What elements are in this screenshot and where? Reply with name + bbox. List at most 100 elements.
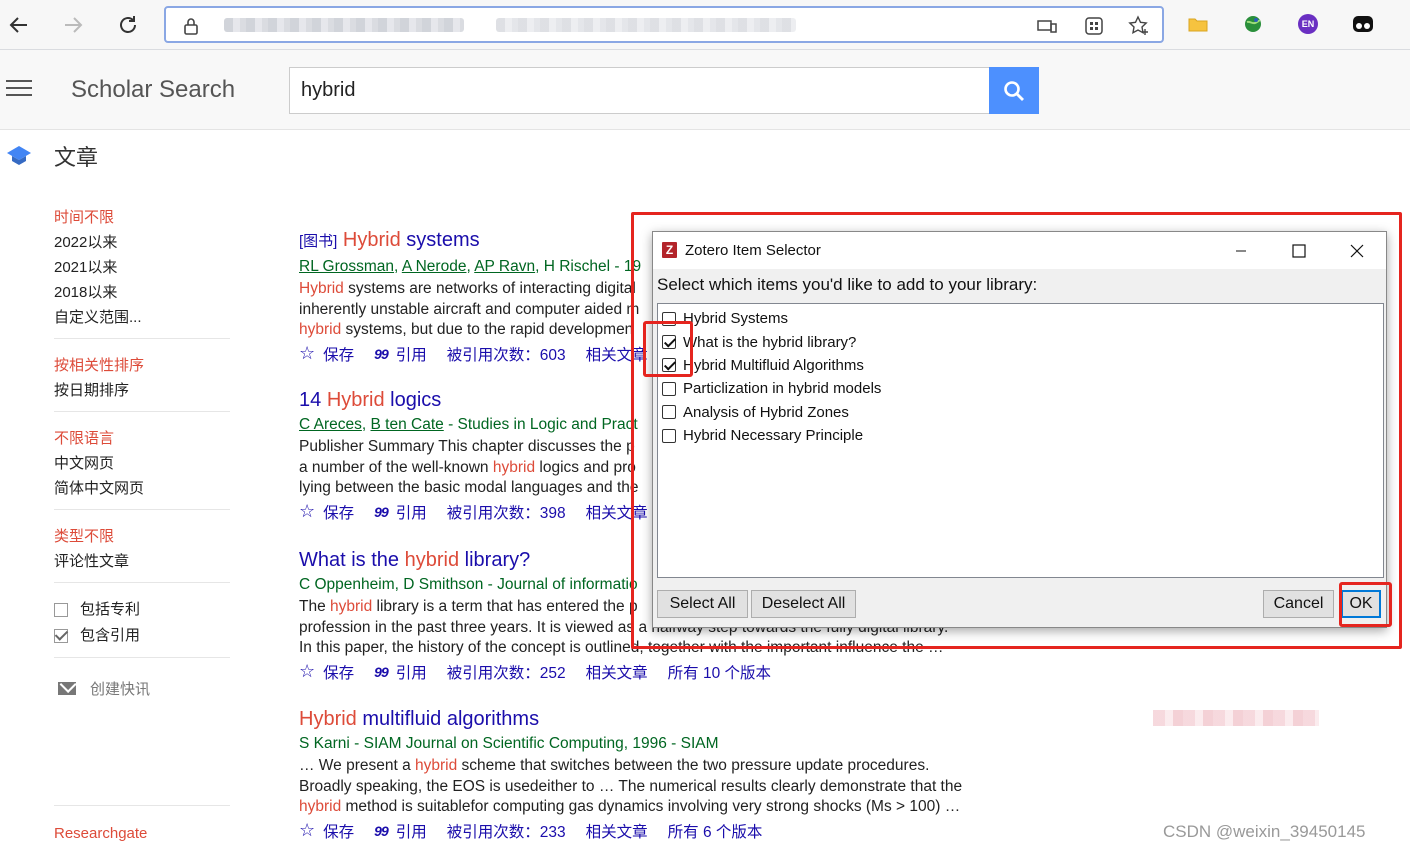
quote-icon: 99 [374, 345, 389, 362]
star-icon: ☆ [299, 501, 316, 521]
snippet-text: lying between the basic modal languages … [299, 479, 639, 496]
author-link[interactable]: RL Grossman [299, 258, 394, 275]
star-icon: ☆ [299, 661, 316, 681]
cite-link[interactable]: 99 引用 [374, 501, 427, 523]
include-citations[interactable]: 包含引用 [54, 623, 230, 649]
snippet-text: … We present a [299, 757, 416, 774]
lang-chinese-pages[interactable]: 中文网页 [54, 451, 230, 476]
save-link[interactable]: ☆ 保存 [299, 820, 354, 842]
author-link[interactable]: AP Ravn [474, 258, 535, 275]
author-link[interactable]: B ten Cate [371, 416, 444, 433]
hamburger-menu-icon[interactable] [6, 80, 32, 98]
language-group: 不限语言 中文网页 简体中文网页 [54, 422, 230, 510]
apps-icon[interactable] [1083, 15, 1105, 37]
filter-any-time[interactable]: 时间不限 [54, 205, 230, 230]
related-articles-link[interactable]: 相关文章 [586, 661, 648, 683]
back-arrow-icon[interactable] [4, 10, 34, 40]
cite-link[interactable]: 99 引用 [374, 820, 427, 842]
result-item: Hybrid multifluid algorithms S Karni - S… [299, 707, 999, 842]
include-group: 包括专利 包含引用 [54, 593, 230, 658]
snippet-text: a number of the well-known [299, 458, 493, 476]
snippet-text: Broadly speaking, the EOS is usedeither … [299, 777, 963, 795]
annotation-ok-highlight [1339, 582, 1392, 627]
related-articles-link[interactable]: 相关文章 [586, 820, 648, 842]
address-bar[interactable] [164, 6, 1164, 43]
type-any[interactable]: 类型不限 [54, 524, 230, 549]
en-badge: EN [1298, 14, 1318, 34]
title-rest: systems [400, 229, 480, 251]
filter-since-2022[interactable]: 2022以来 [54, 230, 230, 255]
browser-toolbar: EN [0, 0, 1410, 50]
cited-by-link[interactable]: 被引用次数：252 [447, 661, 566, 683]
snippet-text: The [299, 598, 331, 615]
result-snippet: … We present a hybrid scheme that switch… [299, 756, 999, 818]
save-link[interactable]: ☆ 保存 [299, 343, 354, 365]
author-text: - Studies in Logic and Pract [443, 416, 638, 433]
section-row: 文章 [0, 131, 1410, 181]
include-patents-checkbox[interactable] [54, 603, 68, 617]
blurred-url [224, 18, 464, 32]
author-link[interactable]: C Areces [299, 416, 362, 433]
lang-simplified-chinese[interactable]: 简体中文网页 [54, 476, 230, 501]
snippet-hl: hybrid [492, 458, 536, 476]
type-review-articles[interactable]: 评论性文章 [54, 549, 230, 574]
author-link[interactable]: A Nerode [402, 258, 467, 275]
filter-since-2021[interactable]: 2021以来 [54, 255, 230, 280]
snippet-hl: hybrid [415, 757, 458, 774]
save-link[interactable]: ☆ 保存 [299, 661, 354, 683]
create-alert-label: 创建快讯 [90, 680, 151, 698]
result-tag: [图书] [299, 233, 338, 250]
annotation-frame [631, 212, 1402, 649]
filter-custom-range[interactable]: 自定义范围... [54, 305, 230, 330]
title-pre: What is the [299, 549, 405, 571]
en-icon[interactable]: EN [1297, 13, 1319, 35]
forward-arrow-icon[interactable] [58, 10, 88, 40]
graduation-cap-icon [7, 146, 31, 165]
favorite-star-icon[interactable] [1128, 15, 1150, 37]
globe-icon[interactable] [1242, 13, 1264, 35]
snippet-text: method is suitablefor computing gas dyna… [341, 798, 961, 815]
blurred-side-link [1153, 710, 1319, 726]
cited-by-link[interactable]: 被引用次数：398 [447, 501, 566, 523]
cite-label: 引用 [395, 664, 427, 682]
folder-icon[interactable] [1187, 13, 1209, 35]
reload-icon[interactable] [113, 10, 143, 40]
cited-by-link[interactable]: 被引用次数：603 [447, 343, 566, 365]
lock-icon[interactable] [180, 15, 202, 37]
cited-by-link[interactable]: 被引用次数：233 [447, 820, 566, 842]
filter-sidebar: 时间不限 2022以来 2021以来 2018以来 自定义范围... 按相关性排… [54, 205, 230, 708]
search-input[interactable] [289, 67, 990, 114]
panda-icon[interactable] [1352, 13, 1374, 35]
title-rest: library? [459, 549, 531, 571]
lang-any[interactable]: 不限语言 [54, 426, 230, 451]
envelope-icon [58, 681, 76, 695]
snippet-text: logics and pro [535, 458, 636, 476]
save-label: 保存 [323, 504, 355, 522]
snippet-text: Publisher Summary This chapter discusses… [299, 438, 635, 455]
blurred-url-2 [496, 18, 796, 32]
result-title[interactable]: Hybrid multifluid algorithms [299, 707, 999, 731]
include-citations-checkbox[interactable] [54, 629, 68, 643]
snippet-text: library is a term that has entered the p [372, 598, 638, 615]
title-rest: logics [384, 389, 442, 411]
star-icon: ☆ [299, 820, 316, 840]
quote-icon: 99 [374, 503, 389, 520]
sort-by-relevance[interactable]: 按相关性排序 [54, 353, 230, 378]
include-citations-label: 包含引用 [80, 627, 141, 644]
all-versions-link[interactable]: 所有 6 个版本 [668, 820, 763, 842]
save-label: 保存 [323, 664, 355, 682]
all-versions-link[interactable]: 所有 10 个版本 [668, 661, 771, 683]
source-researchgate[interactable]: Researchgate [54, 825, 147, 842]
cite-label: 引用 [395, 823, 427, 841]
cite-link[interactable]: 99 引用 [374, 343, 427, 365]
sort-group: 按相关性排序 按日期排序 [54, 349, 230, 412]
save-link[interactable]: ☆ 保存 [299, 501, 354, 523]
include-patents[interactable]: 包括专利 [54, 597, 230, 623]
search-button[interactable] [989, 67, 1039, 114]
snippet-text: inherently unstable aircraft and compute… [299, 300, 640, 318]
create-alert[interactable]: 创建快讯 [54, 668, 230, 708]
cite-link[interactable]: 99 引用 [374, 661, 427, 683]
sort-by-date[interactable]: 按日期排序 [54, 378, 230, 403]
device-icon[interactable] [1036, 15, 1058, 37]
filter-since-2018[interactable]: 2018以来 [54, 280, 230, 305]
